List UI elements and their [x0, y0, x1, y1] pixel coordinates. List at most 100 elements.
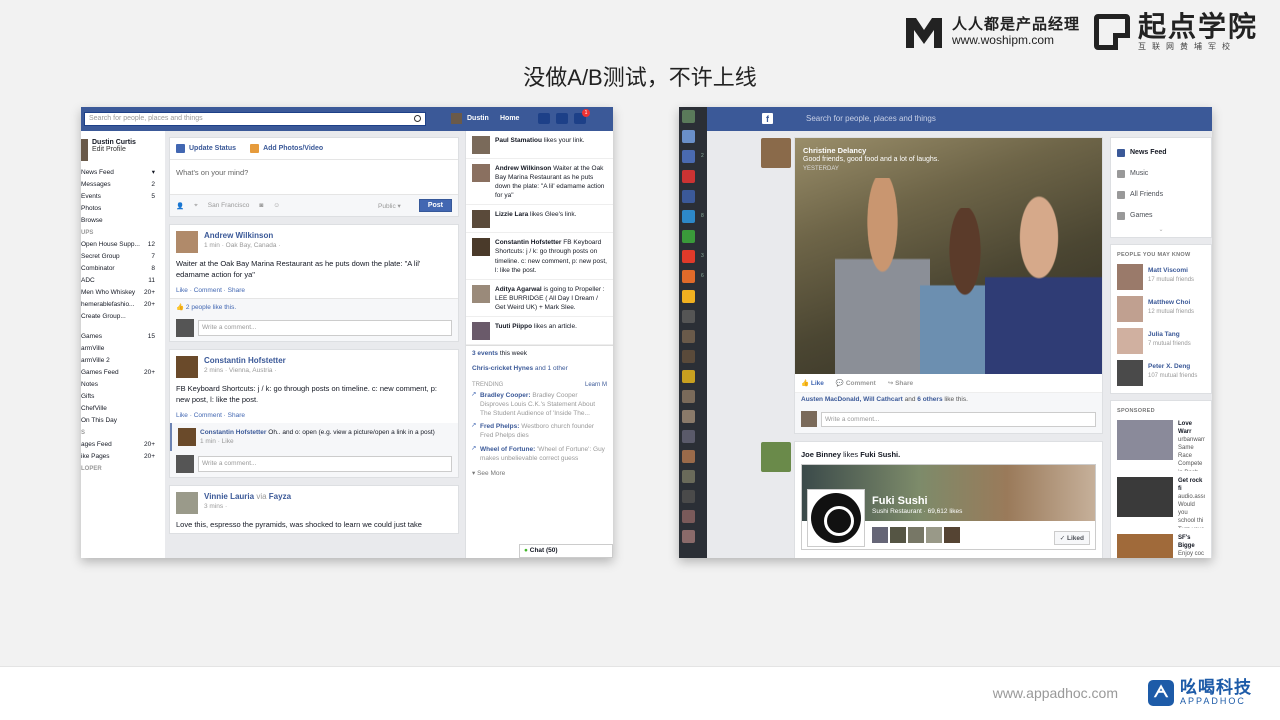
post-likes[interactable]: 👍 2 people like this. — [170, 297, 458, 315]
nav-item[interactable]: Music — [1111, 163, 1211, 184]
notifications-icon[interactable]: 1 — [574, 109, 590, 124]
facebook-logo-icon[interactable]: f — [762, 113, 773, 124]
post-author[interactable]: Andrew Wilkinson — [204, 231, 280, 240]
post-photo[interactable]: Christine Delancy Good friends, good foo… — [795, 138, 1102, 374]
location-icon[interactable]: ⌖ — [194, 202, 198, 210]
sidebar-item[interactable]: Messages 2 — [81, 179, 165, 191]
sidebar-item[interactable]: armVille 2 — [81, 355, 165, 367]
pymk-item[interactable]: Julia Tang 7 mutual friends — [1111, 325, 1211, 357]
pymk-name[interactable]: Julia Tang — [1148, 331, 1191, 338]
post-author[interactable]: Christine Delancy — [803, 146, 866, 155]
ticker-name[interactable]: Lizzie Lara — [495, 211, 528, 218]
ticker-name[interactable]: Tuuti Piippo — [495, 323, 532, 330]
camera-icon[interactable]: ◙ — [259, 202, 263, 209]
app-icon[interactable] — [682, 170, 695, 183]
learn-more-link[interactable]: Learn M — [585, 382, 607, 388]
sidebar-item[interactable]: armVille — [81, 343, 165, 355]
sidebar-item[interactable]: Open House Supp... 12 — [81, 239, 165, 251]
chevron-down-icon[interactable]: ⌄ — [1111, 226, 1211, 233]
old-search-input[interactable]: Search for people, places and things — [84, 112, 426, 126]
add-photos-tab[interactable]: Add Photos/Video — [250, 144, 323, 153]
sidebar-item[interactable]: ADC 11 — [81, 275, 165, 287]
sidebar-item[interactable]: Men Who Whiskey 20+ — [81, 287, 165, 299]
post-actions[interactable]: Like · Comment · Share — [170, 283, 458, 298]
sidebar-item[interactable]: Gifts — [81, 391, 165, 403]
avatar[interactable] — [926, 527, 942, 543]
app-icon[interactable] — [682, 190, 695, 203]
pymk-name[interactable]: Peter X. Deng — [1148, 363, 1197, 370]
friend-requests-icon[interactable] — [538, 113, 550, 124]
sidebar-item[interactable]: Photos — [81, 203, 165, 215]
pymk-item[interactable]: Peter X. Deng 107 mutual friends — [1111, 357, 1211, 389]
trending-item[interactable]: Bradley Cooper: Bradley Cooper Disproves… — [466, 390, 613, 421]
sidebar-item[interactable]: Notes — [81, 379, 165, 391]
ad-image[interactable] — [1117, 477, 1173, 517]
pymk-item[interactable]: Matt Viscomi 17 mutual friends — [1111, 261, 1211, 293]
chat-contact-avatar[interactable] — [682, 530, 695, 543]
pymk-item[interactable]: Matthew Choi 12 mutual friends — [1111, 293, 1211, 325]
sidebar-item[interactable]: hemerablefashio... 20+ — [81, 299, 165, 311]
like-button[interactable]: 👍 Like — [801, 379, 824, 387]
composer-input[interactable]: What's on your mind? — [170, 160, 458, 194]
comment-input[interactable]: Write a comment... — [198, 455, 452, 472]
comment-button[interactable]: 💬 Comment — [836, 379, 876, 387]
avatar[interactable] — [1117, 328, 1143, 354]
pymk-name[interactable]: Matt Viscomi — [1148, 267, 1194, 274]
ad-title[interactable]: SF's Bigge — [1178, 535, 1195, 549]
ticker-item[interactable]: Tuuti Piippo likes an article. — [466, 317, 613, 346]
sidebar-item[interactable]: ages Feed 20+ — [81, 439, 165, 451]
search-icon[interactable] — [414, 115, 421, 122]
ticker-item[interactable]: Aditya Agarwal is going to Propeller : L… — [466, 280, 613, 318]
nav-item[interactable]: All Friends — [1111, 184, 1211, 205]
app-icon[interactable] — [682, 130, 695, 143]
emoji-icon[interactable]: ☺ — [273, 202, 280, 209]
trending-topic[interactable]: Bradley Cooper: — [480, 392, 531, 399]
sponsored-item[interactable]: SF's Bigge Enjoy coc — [1111, 531, 1211, 558]
chat-contact-avatar[interactable] — [682, 410, 695, 423]
comment-input[interactable]: Write a comment... — [821, 411, 1096, 427]
settings-icon[interactable] — [592, 113, 600, 124]
ticker-item[interactable]: Lizzie Lara likes Glee's link. — [466, 205, 613, 234]
app-icon[interactable]: 6 — [682, 270, 704, 283]
trending-topic[interactable]: Wheel of Fortune: — [480, 446, 535, 453]
likes-others[interactable]: 6 others — [917, 396, 942, 403]
post-author[interactable]: Vinnie Lauria via Fayza — [204, 492, 291, 501]
ticker-item[interactable]: Constantin Hofstetter FB Keyboard Shortc… — [466, 233, 613, 280]
avatar[interactable] — [890, 527, 906, 543]
old-profile[interactable]: Dustin Curtis Edit Profile — [81, 131, 165, 167]
sponsored-item[interactable]: Get rock fi audio.asso Would you school t… — [1111, 474, 1211, 531]
trending-topic[interactable]: Fred Phelps: — [480, 423, 519, 430]
avatar[interactable] — [176, 355, 198, 378]
sponsored-item[interactable]: Love Warr urbanwarm Same Race Compete in … — [1111, 417, 1211, 474]
page-link[interactable]: Fuki Sushi. — [860, 450, 900, 459]
nav-item[interactable]: Games — [1111, 205, 1211, 226]
sidebar-item[interactable]: Secret Group 7 — [81, 251, 165, 263]
avatar[interactable] — [944, 527, 960, 543]
new-search-input[interactable]: Search for people, places and things — [806, 114, 936, 123]
pymk-name[interactable]: Matthew Choi — [1148, 299, 1194, 306]
ad-title[interactable]: Get rock fi — [1178, 478, 1202, 492]
sidebar-item[interactable]: Games 15 — [81, 331, 165, 343]
sidebar-item[interactable]: ike Pages 20+ — [81, 451, 165, 463]
chat-contact-avatar[interactable] — [682, 350, 695, 363]
update-status-tab[interactable]: Update Status — [176, 144, 236, 153]
location-label[interactable]: San Francisco — [208, 202, 250, 209]
see-more-link[interactable]: ▾ See More — [466, 466, 613, 480]
sidebar-item[interactable]: Browse — [81, 215, 165, 227]
ad-title[interactable]: Love Warr — [1178, 421, 1192, 435]
post-author[interactable]: Constantin Hofstetter — [204, 356, 286, 365]
comment-input[interactable]: Write a comment... — [198, 319, 452, 336]
ticker-name[interactable]: Paul Stamatiou — [495, 137, 542, 144]
avatar[interactable] — [1117, 360, 1143, 386]
avatar[interactable] — [872, 527, 888, 543]
app-icon[interactable] — [682, 110, 695, 123]
reply-author[interactable]: Constantin Hofstetter — [200, 429, 266, 436]
old-edit-profile[interactable]: Edit Profile — [92, 146, 136, 153]
old-home-link[interactable]: Home — [500, 115, 519, 122]
avatar[interactable] — [761, 442, 791, 472]
app-icon[interactable] — [682, 290, 695, 303]
trending-item[interactable]: Wheel of Fortune: 'Wheel of Fortune': Gu… — [466, 444, 613, 467]
ad-image[interactable] — [1117, 420, 1173, 460]
chat-contact-avatar[interactable] — [682, 490, 695, 503]
app-icon[interactable]: 3 — [682, 250, 704, 263]
